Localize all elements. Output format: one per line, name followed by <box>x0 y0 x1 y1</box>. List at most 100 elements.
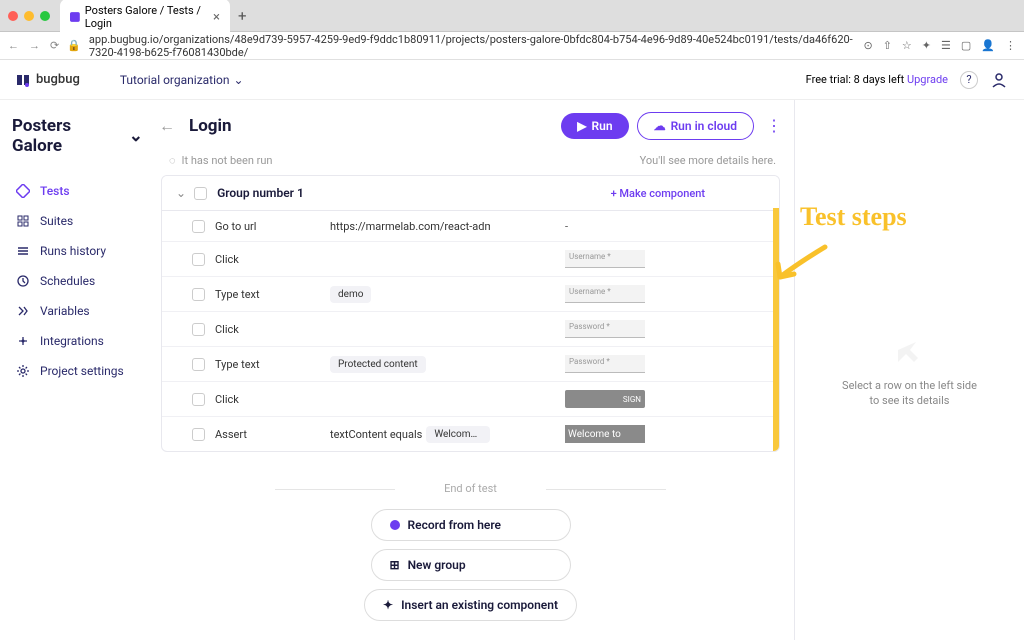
new-group-button[interactable]: ⊞ New group <box>371 549 571 581</box>
sidebar-item-schedules[interactable]: Schedules <box>12 266 143 296</box>
record-from-here-button[interactable]: Record from here <box>371 509 571 541</box>
logo-icon <box>16 72 32 88</box>
tab-title: Posters Galore / Tests / Login <box>85 4 204 30</box>
url-field[interactable]: app.bugbug.io/organizations/48e9d739-595… <box>89 33 856 59</box>
nav-forward-icon[interactable]: → <box>29 39 40 52</box>
project-selector[interactable]: Posters Galore ⌄ <box>12 116 143 156</box>
sidebar-item-integrations[interactable]: Integrations <box>12 326 143 356</box>
pointer-icon <box>892 332 928 368</box>
sidebar: Posters Galore ⌄ Tests Suites Runs histo… <box>0 100 155 640</box>
group-header-row[interactable]: ⌄ Group number 1 + Make component <box>162 176 779 211</box>
step-action: Type text <box>215 358 330 371</box>
chrome-menu-icon[interactable]: ⋮ <box>1005 39 1016 52</box>
profile-icon[interactable]: 👤 <box>981 39 995 52</box>
plus-square-icon: ⊞ <box>390 558 400 572</box>
chevron-down-icon: ⌄ <box>129 126 143 146</box>
sidebar-item-project-settings[interactable]: Project settings <box>12 356 143 386</box>
play-icon: ▶ <box>577 119 586 133</box>
step-row[interactable]: Type text demo Username * <box>162 277 779 312</box>
page-title: Login <box>189 116 232 136</box>
step-row[interactable]: Go to url https://marmelab.com/react-adm… <box>162 211 779 242</box>
preview-input: Password * <box>565 320 645 338</box>
gear-icon <box>16 364 30 378</box>
make-component-link[interactable]: + Make component <box>611 187 765 200</box>
preview-input: Password * <box>565 355 645 373</box>
diamond-icon <box>16 184 30 198</box>
nav-back-icon[interactable]: ← <box>8 39 19 52</box>
sidebar-item-label: Integrations <box>40 334 104 348</box>
step-checkbox[interactable] <box>192 288 205 301</box>
step-checkbox[interactable] <box>192 253 205 266</box>
status-hint: You'll see more details here. <box>640 154 776 167</box>
step-checkbox[interactable] <box>192 358 205 371</box>
app-header: bugbug Tutorial organization ⌄ Free tria… <box>0 60 1024 100</box>
annotation-highlight <box>773 208 779 451</box>
sidebar-item-label: Tests <box>40 184 70 198</box>
sidebar-item-runs-history[interactable]: Runs history <box>12 236 143 266</box>
step-preview: Username * <box>565 250 645 268</box>
insert-component-button[interactable]: ✦ Insert an existing component <box>364 589 577 621</box>
step-action: Assert <box>215 428 330 441</box>
sidebar-item-variables[interactable]: Variables <box>12 296 143 326</box>
nav-reload-icon[interactable]: ⟳ <box>50 39 59 52</box>
step-row[interactable]: Assert textContent equals Welcome to t… … <box>162 417 779 451</box>
chevron-down-icon[interactable]: ⌄ <box>176 186 186 200</box>
step-preview: Username * <box>565 285 645 303</box>
variables-icon <box>16 304 30 318</box>
details-panel: Select a row on the left side to see its… <box>794 100 1024 640</box>
search-icon[interactable]: ⊙ <box>863 39 872 52</box>
user-menu-icon[interactable] <box>990 71 1008 89</box>
status-text: It has not been run <box>182 154 273 167</box>
group-checkbox[interactable] <box>194 187 207 200</box>
step-row[interactable]: Click Password * <box>162 312 779 347</box>
star-icon[interactable]: ☆ <box>902 39 912 52</box>
sidebar-item-label: Schedules <box>40 274 95 288</box>
step-checkbox[interactable] <box>192 220 205 233</box>
trial-text: Free trial: 8 days left Upgrade <box>806 73 948 86</box>
step-checkbox[interactable] <box>192 393 205 406</box>
step-checkbox[interactable] <box>192 323 205 336</box>
sidepanel-icon[interactable]: ▢ <box>961 39 971 52</box>
browser-tab[interactable]: Posters Galore / Tests / Login × <box>60 0 230 35</box>
step-preview: SIGN <box>565 390 645 408</box>
new-tab-button[interactable]: + <box>230 7 255 25</box>
end-of-test-label: End of test <box>155 482 786 495</box>
lock-icon: 🔒 <box>67 39 81 52</box>
extensions-icon[interactable]: ✦ <box>922 39 931 52</box>
group-name: Group number 1 <box>217 186 304 200</box>
step-value: https://marmelab.com/react-admi…⧉ <box>330 219 490 233</box>
step-row[interactable]: Type text Protected content Password * <box>162 347 779 382</box>
step-value: textContent equals Welcome to t… <box>330 426 490 443</box>
more-menu-button[interactable]: ⋮ <box>762 118 786 134</box>
project-name: Posters Galore <box>12 116 123 156</box>
step-row[interactable]: Click SIGN <box>162 382 779 417</box>
tab-close-icon[interactable]: × <box>213 10 220 25</box>
sidebar-item-suites[interactable]: Suites <box>12 206 143 236</box>
main-content: ← Login ▶ Run ☁ Run in cloud ⋮ ◌ It has … <box>155 100 794 640</box>
sidebar-nav: Tests Suites Runs history Schedules Vari… <box>12 176 143 386</box>
window-controls <box>8 11 60 21</box>
upgrade-link[interactable]: Upgrade <box>907 73 948 86</box>
suites-icon <box>16 214 30 228</box>
step-checkbox[interactable] <box>192 428 205 441</box>
close-window-icon[interactable] <box>8 11 18 21</box>
minimize-window-icon[interactable] <box>24 11 34 21</box>
help-icon[interactable]: ? <box>960 71 978 89</box>
preview-text: Welcome to <box>565 425 645 443</box>
run-in-cloud-button[interactable]: ☁ Run in cloud <box>637 112 754 140</box>
integrations-icon <box>16 334 30 348</box>
org-selector[interactable]: Tutorial organization ⌄ <box>120 73 244 87</box>
preview-button: SIGN <box>565 390 645 408</box>
insert-label: Insert an existing component <box>401 598 558 612</box>
share-icon[interactable]: ⇧ <box>883 39 892 52</box>
record-label: Record from here <box>408 518 502 532</box>
run-button[interactable]: ▶ Run <box>561 113 628 139</box>
back-button[interactable]: ← <box>159 116 175 136</box>
component-icon: ✦ <box>383 598 393 612</box>
maximize-window-icon[interactable] <box>40 11 50 21</box>
step-row[interactable]: Click Username * <box>162 242 779 277</box>
app-logo[interactable]: bugbug <box>16 72 80 88</box>
sidebar-item-tests[interactable]: Tests <box>12 176 143 206</box>
reading-list-icon[interactable]: ☰ <box>941 39 951 52</box>
sidebar-item-label: Runs history <box>40 244 106 258</box>
